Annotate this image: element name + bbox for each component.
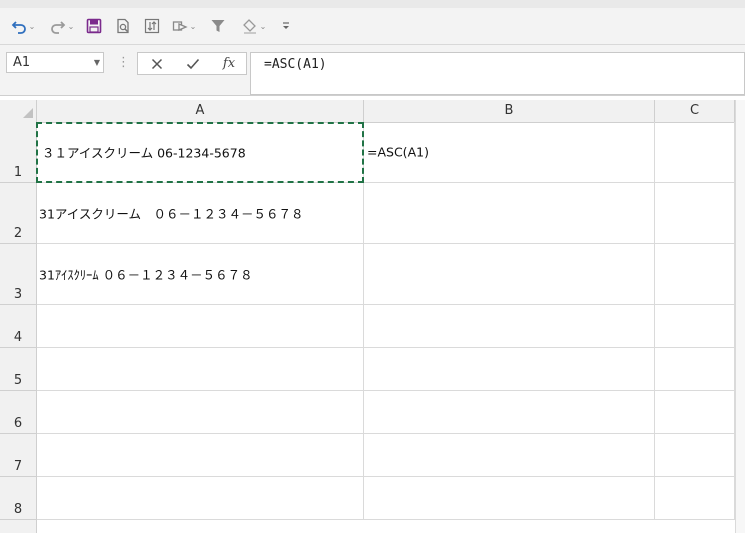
customize-icon <box>283 22 289 29</box>
row-header-8[interactable]: 8 <box>0 477 37 520</box>
cell-b8[interactable] <box>364 477 655 520</box>
fill-color-icon <box>242 19 256 34</box>
cell-a8[interactable] <box>37 477 364 520</box>
cell-a6[interactable] <box>37 391 364 434</box>
cell-c1[interactable] <box>655 122 735 183</box>
cell-c6[interactable] <box>655 391 735 434</box>
cell-b3[interactable] <box>364 244 655 305</box>
chevron-down-icon: ⌄ <box>259 21 267 31</box>
column-header-b[interactable]: B <box>364 100 655 122</box>
formula-buttons: fx <box>137 52 247 75</box>
customize-toolbar-button[interactable] <box>279 16 293 36</box>
row-header-4[interactable]: 4 <box>0 305 37 348</box>
cell-a2[interactable]: 31アイスクリーム ０６－１２３４－５６７８ <box>37 183 364 244</box>
chevron-down-icon: ⌄ <box>28 21 36 31</box>
undo-icon <box>11 21 26 34</box>
row-header-3[interactable]: 3 <box>0 244 37 305</box>
redo-button[interactable]: ⌄ <box>46 16 78 36</box>
column-header-c[interactable]: C <box>655 100 735 122</box>
chevron-down-icon: ⌄ <box>67 21 75 31</box>
cell-b7[interactable] <box>364 434 655 477</box>
print-preview-icon <box>117 18 129 34</box>
cancel-button[interactable] <box>139 53 175 74</box>
undo-button[interactable]: ⌄ <box>6 16 40 36</box>
column-header-a[interactable]: A <box>37 100 364 122</box>
more-options-icon[interactable]: ⋮ <box>117 54 130 72</box>
cell-c8[interactable] <box>655 477 735 520</box>
sort-button[interactable] <box>142 16 162 36</box>
cell-a4[interactable] <box>37 305 364 348</box>
cell-c3[interactable] <box>655 244 735 305</box>
close-icon <box>151 58 163 69</box>
cell-b4[interactable] <box>364 305 655 348</box>
row-header-2[interactable]: 2 <box>0 183 37 244</box>
enter-button[interactable] <box>175 53 211 74</box>
vertical-scroll-track[interactable] <box>735 100 745 533</box>
cell-a3[interactable]: 31ｱｲｽｸﾘｰﾑ ０６－１２３４－５６７８ <box>37 244 364 305</box>
cell-c2[interactable] <box>655 183 735 244</box>
cell-c4[interactable] <box>655 305 735 348</box>
filter-icon <box>211 20 225 32</box>
redo-icon <box>50 21 65 34</box>
row-header-1[interactable]: 1 <box>0 122 37 183</box>
row-header-7[interactable]: 7 <box>0 434 37 477</box>
save-icon <box>86 18 102 34</box>
row-header-5[interactable]: 5 <box>0 348 37 391</box>
cell-b2[interactable] <box>364 183 655 244</box>
select-all-corner[interactable] <box>0 100 37 122</box>
cell-c5[interactable] <box>655 348 735 391</box>
print-preview-button[interactable] <box>113 16 133 36</box>
shapes-button[interactable]: ⌄ <box>168 16 200 36</box>
name-box[interactable]: A1 <box>6 52 104 73</box>
insert-function-button[interactable]: fx <box>211 53 247 74</box>
sort-icon <box>144 18 160 34</box>
row-header-6[interactable]: 6 <box>0 391 37 434</box>
check-icon <box>186 58 200 69</box>
cell-a7[interactable] <box>37 434 364 477</box>
quick-access-toolbar: ⌄ ⌄ ⌄ ⌄ <box>0 8 745 45</box>
cell-a5[interactable] <box>37 348 364 391</box>
shapes-icon <box>172 21 188 31</box>
formula-input[interactable]: =ASC(A1) <box>250 52 745 95</box>
column-header-row: A B C <box>0 100 745 123</box>
save-button[interactable] <box>84 16 104 36</box>
cell-b1[interactable]: =ASC(A1) <box>364 122 655 183</box>
filter-button[interactable] <box>208 16 228 36</box>
fill-color-button[interactable]: ⌄ <box>238 16 270 36</box>
chevron-down-icon: ⌄ <box>189 21 197 31</box>
cell-c7[interactable] <box>655 434 735 477</box>
chevron-down-icon[interactable]: ▼ <box>91 52 103 73</box>
cell-b5[interactable] <box>364 348 655 391</box>
cell-a1[interactable]: ３１アイスクリーム 06-1234-5678 <box>37 122 364 183</box>
row-header-9[interactable] <box>0 520 37 533</box>
select-all-icon <box>23 108 33 118</box>
cell-b6[interactable] <box>364 391 655 434</box>
